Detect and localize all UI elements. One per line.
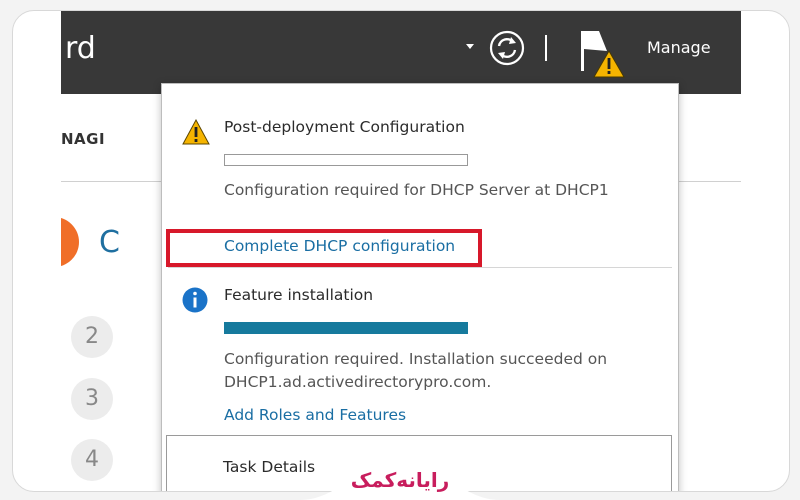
watermark-logo-text: رایانه‌کمک <box>350 468 450 492</box>
step-number-2: 2 <box>71 316 113 358</box>
chevron-down-icon[interactable] <box>466 44 474 49</box>
post-deployment-title: Post-deployment Configuration <box>224 118 465 136</box>
feature-installation-message-line2: DHCP1.ad.activedirectorypro.com. <box>224 373 492 391</box>
feature-installation-message-line1: Configuration required. Installation suc… <box>224 350 608 368</box>
feature-installation-progress-bar <box>224 322 468 334</box>
screenshot-frame: rd Manage NAGI C 2 3 4 Post-deployment C… <box>12 10 790 492</box>
toolbar-divider <box>545 35 547 61</box>
quick-start-badge <box>61 217 79 267</box>
post-deployment-progress-bar <box>224 154 468 166</box>
feature-installation-title: Feature installation <box>224 286 374 304</box>
window-title-fragment: rd <box>65 31 96 66</box>
add-roles-and-features-link[interactable]: Add Roles and Features <box>224 406 406 424</box>
title-bar: rd Manage <box>61 11 741 94</box>
red-highlight-box <box>166 229 482 267</box>
post-deployment-message: Configuration required for DHCP Server a… <box>224 181 609 199</box>
feature-installation-progress-fill <box>225 323 467 333</box>
refresh-icon[interactable] <box>489 30 525 66</box>
heading-fragment: C <box>99 225 120 260</box>
info-icon <box>182 287 208 313</box>
step-number-3: 3 <box>71 378 113 420</box>
manage-menu[interactable]: Manage <box>647 38 711 57</box>
flag-with-warning-icon[interactable] <box>577 25 627 79</box>
server-manager-window: rd Manage NAGI C 2 3 4 Post-deployment C… <box>61 11 741 491</box>
notifications-popup: Post-deployment Configuration Configurat… <box>161 83 679 491</box>
warning-icon <box>182 119 210 145</box>
section-divider <box>168 267 672 268</box>
nav-label-fragment: NAGI <box>61 130 106 148</box>
